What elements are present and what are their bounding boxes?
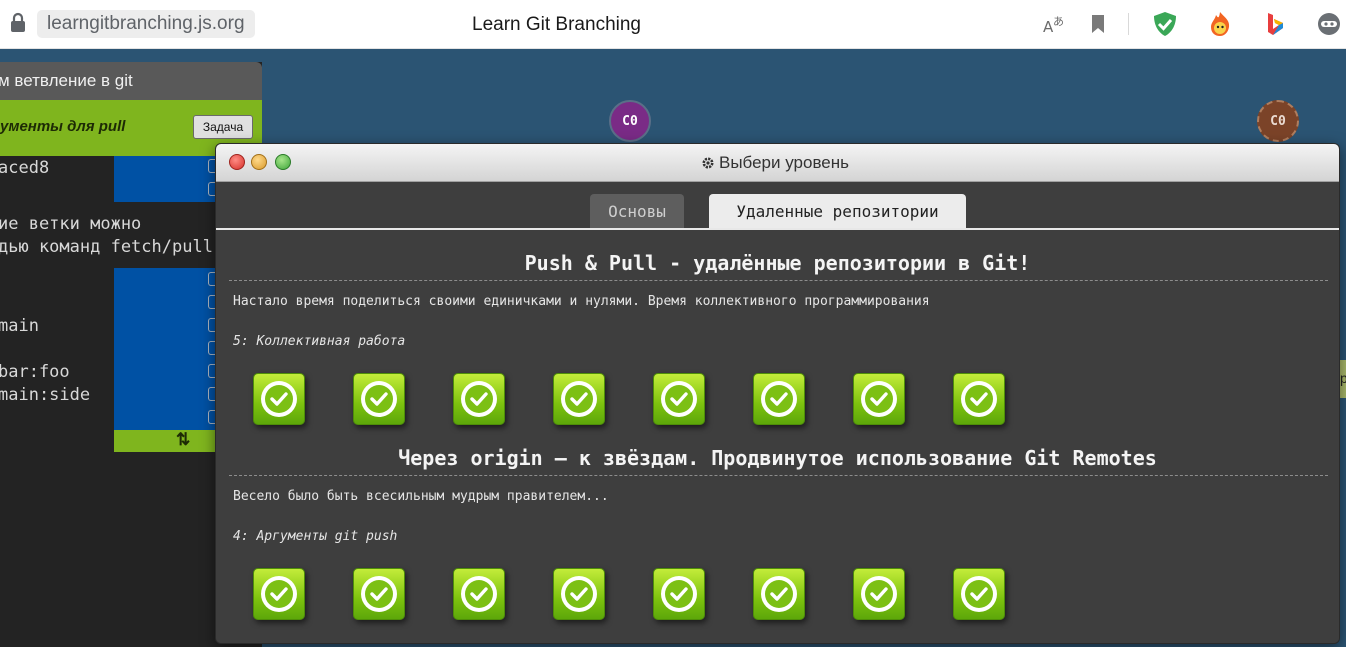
lock-icon — [11, 12, 25, 32]
commit-node[interactable]: C0 — [1257, 100, 1299, 142]
commit-node[interactable]: C0 — [609, 100, 651, 142]
check-circle-icon — [561, 576, 597, 612]
tab-remote-repositories[interactable]: Удаленные репозитории — [709, 194, 966, 229]
level-button[interactable] — [653, 568, 705, 620]
browser-toolbar: learngitbranching.js.org Learn Git Branc… — [0, 0, 1346, 49]
level-button[interactable] — [453, 373, 505, 425]
level-button[interactable] — [753, 568, 805, 620]
dialog-title-text: Выбери уровень — [719, 153, 849, 172]
dialog-title: Выбери уровень — [701, 152, 849, 174]
check-circle-icon — [261, 576, 297, 612]
sequence-description: Настало время поделиться своими единичка… — [233, 294, 930, 309]
level-button[interactable] — [853, 373, 905, 425]
sandbox-header: м ветвление в git — [0, 62, 262, 100]
terminal-line: bar:foo — [0, 362, 70, 382]
toolbar-separator — [1128, 13, 1129, 35]
page-title: Learn Git Branching — [472, 14, 641, 35]
terminal-line: main — [0, 316, 39, 336]
terminal-line: ие ветки можно — [0, 214, 142, 234]
address-bar[interactable]: learngitbranching.js.org — [37, 10, 255, 38]
check-circle-icon — [661, 381, 697, 417]
check-circle-icon — [761, 381, 797, 417]
level-button[interactable] — [653, 373, 705, 425]
check-circle-icon — [361, 576, 397, 612]
level-button[interactable] — [953, 568, 1005, 620]
level-button[interactable] — [753, 373, 805, 425]
sequence-description: Весело было быть всесильным мудрым прави… — [233, 489, 609, 504]
terminal-line: дью команд fetch/pull — [0, 237, 213, 257]
check-circle-icon — [961, 381, 997, 417]
level-button[interactable] — [553, 568, 605, 620]
swap-icon[interactable]: ⇅ — [176, 430, 190, 450]
level-name: ументы для pull — [0, 118, 126, 135]
level-button[interactable] — [353, 568, 405, 620]
minimize-window-button[interactable] — [251, 154, 267, 170]
check-circle-icon — [861, 576, 897, 612]
level-button[interactable] — [253, 373, 305, 425]
check-circle-icon — [561, 381, 597, 417]
level-about: 5: Коллективная работа — [233, 334, 406, 349]
tab-underline — [216, 228, 1339, 230]
adguard-shield-icon[interactable] — [1152, 11, 1178, 37]
translate-icon[interactable]: A あ — [1041, 11, 1067, 37]
task-button[interactable]: Задача — [193, 115, 253, 139]
level-button[interactable] — [953, 373, 1005, 425]
check-circle-icon — [861, 381, 897, 417]
dialog-body: Основы Удаленные репозитории Push & Pull… — [216, 182, 1339, 643]
check-circle-icon — [461, 381, 497, 417]
divider — [229, 475, 1328, 476]
check-circle-icon — [461, 576, 497, 612]
sequence-title: Через origin – к звёздам. Продвинутое ис… — [398, 446, 1157, 470]
sequence-title: Push & Pull - удалённые репозитории в Gi… — [524, 251, 1031, 275]
check-circle-icon — [361, 381, 397, 417]
level-button[interactable] — [853, 568, 905, 620]
level-button[interactable] — [253, 568, 305, 620]
fire-extension-icon[interactable] — [1207, 11, 1233, 37]
dialog-titlebar: Выбери уровень — [216, 144, 1339, 182]
level-button[interactable] — [453, 568, 505, 620]
bing-icon[interactable] — [1262, 11, 1288, 37]
maximize-window-button[interactable] — [275, 154, 291, 170]
divider — [229, 280, 1328, 281]
extension-ghost-icon[interactable] — [1316, 11, 1342, 37]
close-window-button[interactable] — [229, 154, 245, 170]
bookmark-icon[interactable] — [1085, 11, 1111, 37]
level-button[interactable] — [553, 373, 605, 425]
gear-icon — [702, 157, 714, 169]
tab-basics[interactable]: Основы — [590, 194, 684, 229]
check-circle-icon — [761, 576, 797, 612]
terminal-line: main:side — [0, 385, 91, 405]
check-circle-icon — [961, 576, 997, 612]
svg-text:あ: あ — [1053, 15, 1064, 28]
check-circle-icon — [661, 576, 697, 612]
level-about: 4: Аргументы git push — [233, 529, 398, 544]
level-button[interactable] — [353, 373, 405, 425]
level-select-dialog: Выбери уровень Основы Удаленные репозито… — [215, 143, 1340, 644]
check-circle-icon — [261, 381, 297, 417]
terminal-line: aced8 — [0, 158, 50, 178]
